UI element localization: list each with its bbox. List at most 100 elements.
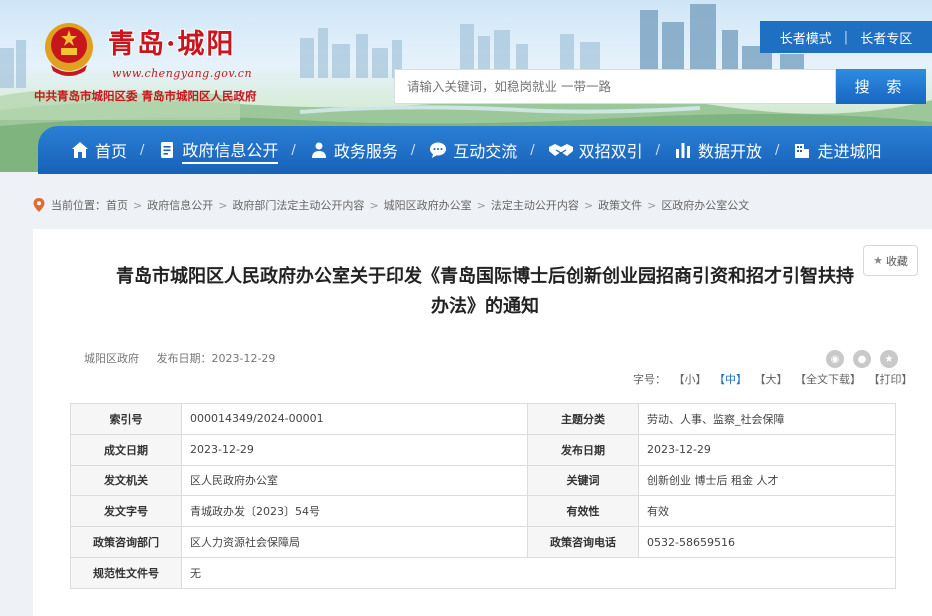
building-icon (792, 140, 812, 160)
table-row: 索引号 000014349/2024-00001 主题分类 劳动、人事、监察_社… (70, 403, 896, 435)
article-title: 青岛市城阳区人民政府办公室关于印发《青岛国际博士后创新创业园招商引资和招才引智扶… (116, 266, 854, 317)
favorite-button[interactable]: ★ 收藏 (863, 245, 918, 276)
breadcrumb-item[interactable]: 区政府办公室公文 (661, 197, 749, 213)
site-subtitle: 中共青岛市城阳区委 青岛市城阳区人民政府 (34, 89, 257, 103)
table-key: 发布日期 (527, 433, 639, 466)
font-large-button[interactable]: 【大】 (755, 373, 788, 386)
nav-item-label: 双招双引 (578, 142, 643, 161)
nav-item-about[interactable]: 走进城阳 (792, 126, 881, 174)
nav-item-investment[interactable]: 双招双引 (548, 126, 643, 174)
elder-zone-link[interactable]: 长者专区 (860, 28, 912, 47)
handshake-icon (548, 140, 574, 160)
table-value: 劳动、人事、监察_社会保障 (638, 403, 896, 435)
nav-divider: / (775, 142, 780, 158)
breadcrumb-item[interactable]: 首页 (106, 197, 128, 213)
breadcrumb-item[interactable]: 城阳区政府办公室 (384, 197, 472, 213)
nav-item-home[interactable]: 首页 (70, 126, 127, 174)
home-icon (70, 140, 90, 160)
font-small-button[interactable]: 【小】 (674, 373, 707, 386)
nav-item-gov-info[interactable]: 政府信息公开 (157, 126, 279, 174)
breadcrumb-item[interactable]: 政策文件 (598, 197, 642, 213)
site-url: www.chengyang.gov.cn (112, 67, 253, 80)
elder-bar: 长者模式 | 长者专区 (760, 21, 932, 53)
article-publish-date: 发布日期：2023-12-29 (156, 352, 276, 365)
font-size-tools: 字号： 【小】 【中】 【大】 【全文下载】 【打印】 (633, 371, 913, 387)
nav-divider: / (410, 142, 416, 158)
breadcrumb-separator: > (583, 198, 594, 212)
nav-item-gov-service[interactable]: 政务服务 (309, 126, 398, 174)
table-row: 发文字号 青城政办发〔2023〕54号 有效性 有效 (70, 495, 896, 528)
breadcrumb-item[interactable]: 政府部门法定主动公开内容 (232, 197, 364, 213)
site-title: 青岛·城阳 (108, 29, 236, 60)
table-key: 索引号 (70, 403, 182, 435)
search-box (394, 69, 836, 104)
table-row: 规范性文件号 无 (70, 556, 896, 589)
breadcrumb-separator: > (133, 198, 143, 212)
favorite-share-icon[interactable]: ★ (880, 350, 898, 368)
nav-item-label: 政务服务 (333, 142, 398, 161)
nav-item-label: 数据开放 (698, 142, 763, 161)
share-icons: ◉ ● ★ (826, 350, 898, 368)
nav-item-label: 走进城阳 (817, 142, 882, 161)
nav-item-label: 政府信息公开 (182, 137, 279, 164)
elder-mode-link[interactable]: 长者模式 (780, 28, 832, 47)
table-key: 主题分类 (527, 403, 639, 435)
table-key: 关键词 (527, 464, 639, 497)
table-key: 发文字号 (70, 495, 182, 528)
breadcrumb-item[interactable]: 政府信息公开 (147, 197, 213, 213)
location-pin-icon (33, 198, 45, 212)
chat-icon (428, 140, 448, 160)
breadcrumb-separator: > (218, 198, 228, 212)
star-icon: ★ (873, 254, 883, 267)
table-key: 政策咨询电话 (527, 526, 639, 558)
nav-divider: / (140, 142, 145, 158)
table-value: 创新创业 博士后 租金 人才 (638, 464, 896, 497)
table-value: 青城政办发〔2023〕54号 (181, 495, 528, 528)
table-key: 规范性文件号 (70, 556, 182, 589)
font-medium-button[interactable]: 【中】 (714, 373, 747, 386)
weibo-share-icon[interactable]: ◉ (826, 350, 844, 368)
table-row: 成文日期 2023-12-29 发布日期 2023-12-29 (70, 433, 896, 466)
article-source: 城阳区政府 (84, 352, 139, 365)
table-value: 000014349/2024-00001 (181, 403, 528, 435)
nav-item-interaction[interactable]: 互动交流 (428, 126, 517, 174)
document-icon (157, 140, 177, 160)
wechat-share-icon[interactable]: ● (853, 350, 871, 368)
table-key: 有效性 (527, 495, 639, 528)
table-value: 无 (181, 556, 896, 589)
table-key: 政策咨询部门 (70, 526, 182, 558)
download-button[interactable]: 【全文下载】 (795, 373, 861, 386)
search-input[interactable] (407, 79, 835, 94)
breadcrumb-separator: > (476, 198, 486, 212)
service-icon (309, 140, 329, 160)
nav-item-open-data[interactable]: 数据开放 (673, 126, 762, 174)
favorite-label: 收藏 (885, 254, 908, 268)
table-row: 政策咨询部门 区人力资源社会保障局 政策咨询电话 0532-58659516 (70, 526, 896, 558)
nav-item-label: 互动交流 (453, 142, 518, 161)
nav-divider: / (655, 142, 661, 158)
table-value: 区人力资源社会保障局 (181, 526, 528, 558)
breadcrumb-separator: > (647, 198, 657, 212)
nav-divider: / (530, 142, 535, 158)
breadcrumb-item[interactable]: 法定主动公开内容 (491, 197, 579, 213)
table-key: 成文日期 (70, 433, 182, 466)
table-value: 2023-12-29 (181, 433, 528, 466)
table-key: 发文机关 (70, 464, 182, 497)
table-row: 发文机关 区人民政府办公室 关键词 创新创业 博士后 租金 人才 (70, 464, 896, 497)
table-value: 0532-58659516 (638, 526, 896, 558)
breadcrumb-prefix: 当前位置： (51, 199, 106, 212)
table-value: 区人民政府办公室 (181, 464, 528, 497)
breadcrumb-separator: > (369, 198, 379, 212)
print-button[interactable]: 【打印】 (869, 373, 913, 386)
search-button[interactable]: 搜 索 (836, 69, 926, 104)
table-value: 2023-12-29 (638, 433, 896, 466)
national-emblem-icon (45, 23, 93, 76)
bar-chart-icon (673, 140, 693, 160)
table-value: 有效 (638, 495, 896, 528)
breadcrumb: 当前位置： 首页 > 政府信息公开 > 政府部门法定主动公开内容 > 城阳区政府… (33, 197, 749, 213)
nav-divider: / (291, 142, 296, 158)
document-info-table: 索引号 000014349/2024-00001 主题分类 劳动、人事、监察_社… (70, 403, 896, 589)
article-meta: 城阳区政府 发布日期：2023-12-29 (84, 350, 275, 366)
nav-item-label: 首页 (95, 142, 128, 161)
elder-bar-divider: | (843, 29, 849, 45)
